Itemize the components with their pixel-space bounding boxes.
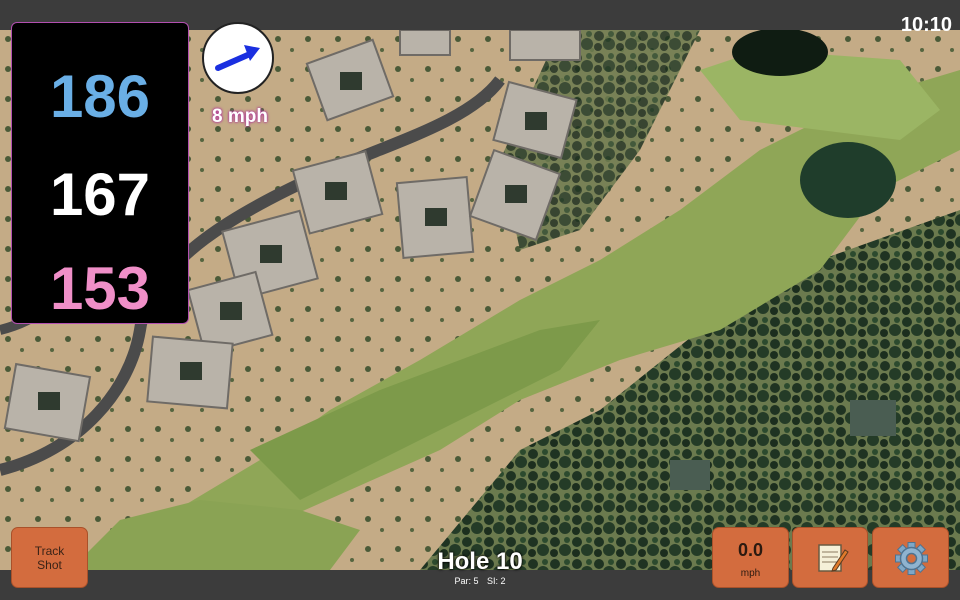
notes-button[interactable] xyxy=(792,527,868,588)
settings-button[interactable] xyxy=(872,527,949,588)
hole-title: Hole 10 xyxy=(437,548,523,575)
speed-value: 0.0 xyxy=(737,540,764,560)
speed-unit: mph xyxy=(740,568,761,579)
notepad-icon xyxy=(818,544,849,572)
wind-direction-indicator xyxy=(202,22,274,94)
speed-button[interactable]: 0.0 mph xyxy=(712,527,789,588)
track-shot-label-line2: Shot xyxy=(37,557,62,572)
hole-par: Par: 5 xyxy=(454,576,479,586)
track-shot-button[interactable]: Track Shot xyxy=(11,527,88,588)
hole-stroke-index: SI: 2 xyxy=(487,576,506,586)
track-shot-label-line1: Track xyxy=(34,543,65,558)
distance-panel: 186 167 153 xyxy=(11,22,189,324)
wind-speed: 8 mph xyxy=(212,106,268,127)
back-distance: 186 xyxy=(49,63,151,130)
hole-info: Par: 5 SI: 2 xyxy=(380,576,580,586)
middle-distance: 167 xyxy=(49,161,151,228)
arrow-up-right-icon xyxy=(215,45,260,71)
clock: 10:10 xyxy=(900,14,952,36)
front-distance: 153 xyxy=(49,255,151,322)
gear-icon xyxy=(895,542,928,575)
